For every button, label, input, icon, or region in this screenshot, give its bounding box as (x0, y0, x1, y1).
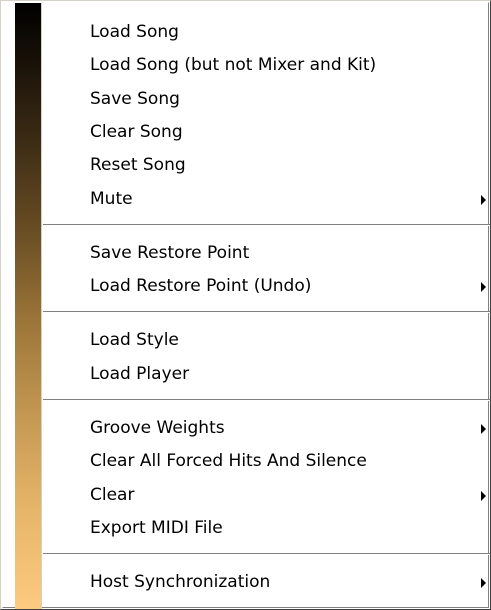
menu-item-clear-song[interactable]: Clear Song (43, 118, 490, 147)
menu-item-label: Load Song (90, 22, 179, 42)
menu-separator (43, 224, 490, 226)
menu-item-label: Save Restore Point (90, 243, 250, 263)
menu-item-host-synchronization[interactable]: Host Synchronization (43, 568, 490, 597)
menu-item-load-restore-point[interactable]: Load Restore Point (Undo) (43, 272, 490, 301)
menu-item-clear-all-forced-hits[interactable]: Clear All Forced Hits And Silence (43, 447, 490, 476)
submenu-arrow-icon (481, 578, 486, 588)
menu-item-label: Load Player (90, 364, 190, 384)
menu-item-label: Load Style (90, 330, 179, 350)
menu-separator (43, 553, 490, 555)
menu-item-label: Export MIDI File (90, 518, 223, 538)
submenu-arrow-icon (481, 491, 486, 501)
menu-item-label: Mute (90, 189, 133, 209)
context-menu: Load Song Load Song (but not Mixer and K… (0, 0, 491, 610)
submenu-arrow-icon (481, 282, 486, 292)
menu-item-label: Host Synchronization (90, 572, 271, 592)
menu-item-label: Clear (90, 485, 135, 505)
menu-item-label: Clear Song (90, 122, 183, 142)
sidebar-divider (41, 3, 42, 609)
menu-sidebar-gradient (15, 3, 41, 609)
submenu-arrow-icon (481, 195, 486, 205)
menu-item-export-midi-file[interactable]: Export MIDI File (43, 514, 490, 543)
menu-item-groove-weights[interactable]: Groove Weights (43, 414, 490, 443)
menu-item-label: Load Restore Point (Undo) (90, 276, 312, 296)
menu-item-clear[interactable]: Clear (43, 481, 490, 510)
menu-item-label: Load Song (but not Mixer and Kit) (90, 55, 377, 75)
menu-item-load-song[interactable]: Load Song (43, 18, 490, 47)
menu-item-label: Groove Weights (90, 418, 225, 438)
menu-panel: Load Song Load Song (but not Mixer and K… (2, 2, 490, 609)
menu-item-save-song[interactable]: Save Song (43, 85, 490, 114)
menu-item-label: Clear All Forced Hits And Silence (90, 451, 367, 471)
menu-item-mute[interactable]: Mute (43, 185, 490, 214)
menu-item-reset-song[interactable]: Reset Song (43, 151, 490, 180)
menu-item-label: Reset Song (90, 155, 186, 175)
menu-item-label: Save Song (90, 89, 180, 109)
submenu-arrow-icon (481, 424, 486, 434)
menu-separator (43, 399, 490, 401)
menu-item-load-style[interactable]: Load Style (43, 326, 490, 355)
menu-separator (43, 311, 490, 313)
menu-item-load-player[interactable]: Load Player (43, 360, 490, 389)
menu-item-load-song-not-mixer-kit[interactable]: Load Song (but not Mixer and Kit) (43, 51, 490, 80)
menu-item-save-restore-point[interactable]: Save Restore Point (43, 239, 490, 268)
